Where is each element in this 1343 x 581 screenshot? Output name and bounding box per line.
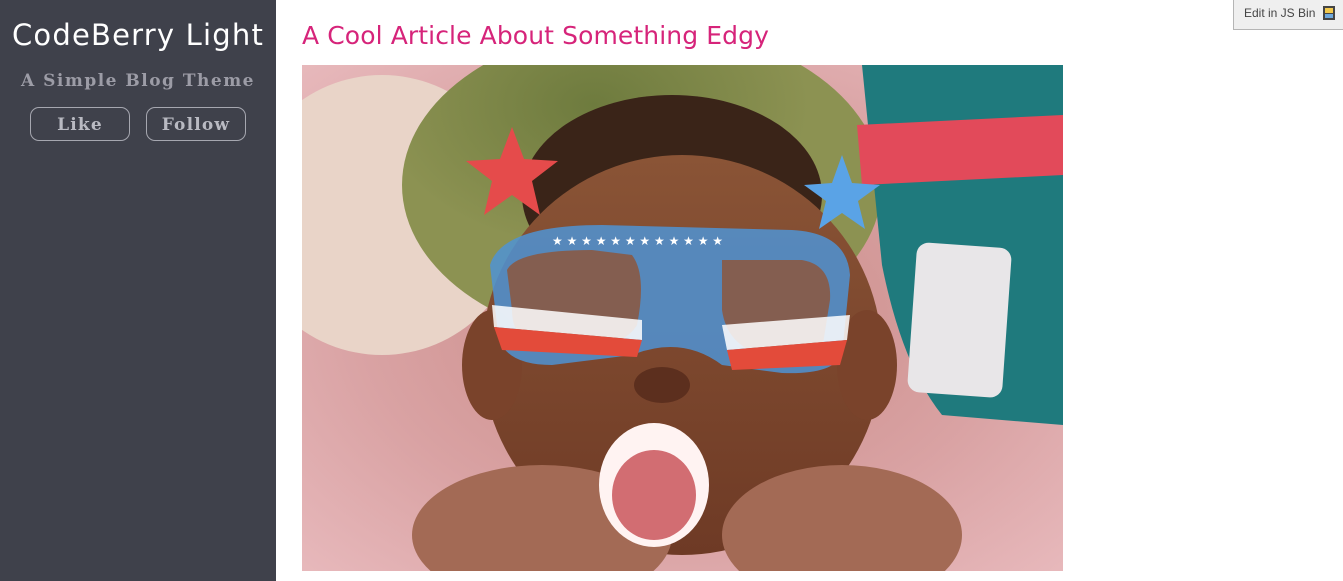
jsbin-icon	[1323, 6, 1335, 20]
svg-text:★ ★ ★ ★ ★ ★ ★ ★ ★ ★ ★ ★: ★ ★ ★ ★ ★ ★ ★ ★ ★ ★ ★ ★	[552, 234, 723, 248]
jsbin-label: Edit in JS Bin	[1244, 6, 1316, 20]
like-button[interactable]: Like	[30, 107, 130, 141]
sidebar: CodeBerry Light A Simple Blog Theme Like…	[0, 0, 276, 581]
edit-in-jsbin-link[interactable]: Edit in JS Bin	[1233, 0, 1343, 30]
sidebar-actions: Like Follow	[0, 107, 276, 141]
article-image: ★ ★ ★ ★ ★ ★ ★ ★ ★ ★ ★ ★	[302, 65, 1063, 571]
site-tagline: A Simple Blog Theme	[20, 71, 255, 91]
site-title[interactable]: CodeBerry Light	[0, 0, 276, 54]
follow-button[interactable]: Follow	[146, 107, 246, 141]
article-title[interactable]: A Cool Article About Something Edgy	[302, 0, 769, 53]
article-photo: ★ ★ ★ ★ ★ ★ ★ ★ ★ ★ ★ ★	[302, 65, 1063, 571]
main-content: A Cool Article About Something Edgy ★ ★ …	[302, 0, 1063, 571]
